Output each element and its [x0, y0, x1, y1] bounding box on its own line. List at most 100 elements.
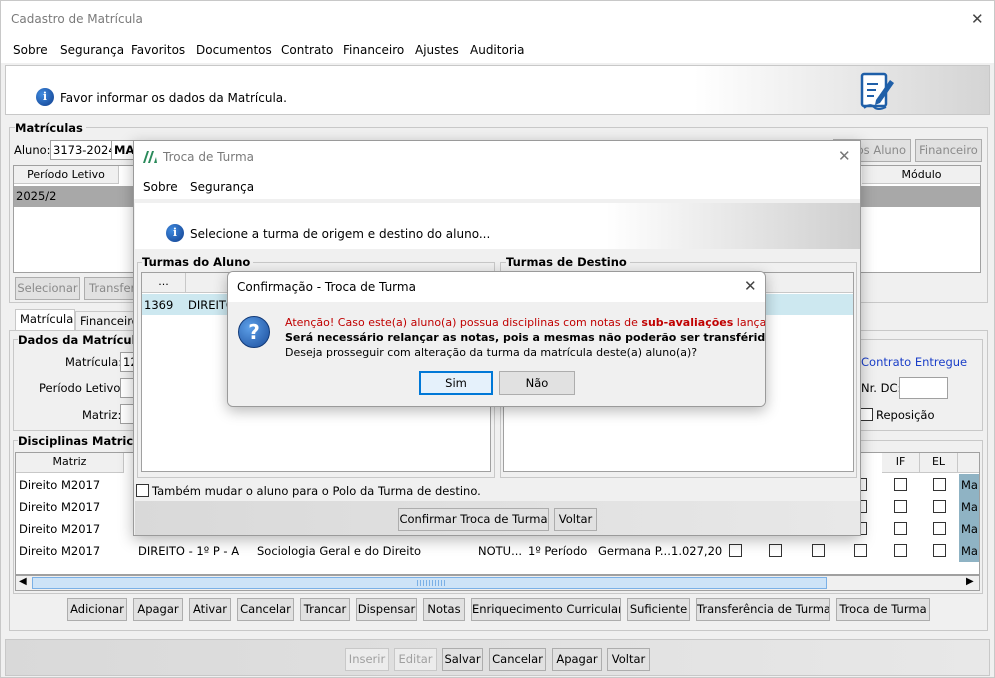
nr-dc-label: Nr. DC: [861, 381, 902, 395]
el-checkbox[interactable] [933, 478, 946, 491]
apagar-button[interactable]: Apagar [133, 598, 183, 621]
row-ma: Ma [959, 496, 979, 518]
matriz-label: Matriz: [82, 408, 122, 422]
troca-banner-text: Selecione a turma de origem e destino do… [190, 227, 491, 241]
reposicao-label: Reposição [876, 408, 935, 422]
row-turno: NOTU... [478, 544, 523, 558]
nao-button[interactable]: Não [499, 371, 575, 395]
nr-dc-input[interactable] [899, 377, 948, 399]
footer-cancelar-button[interactable]: Cancelar [489, 648, 546, 671]
salvar-button[interactable]: Salvar [442, 648, 483, 671]
if-checkbox[interactable] [894, 478, 907, 491]
row-valor: 1.027,20 [671, 544, 723, 558]
main-close-icon[interactable]: ✕ [971, 12, 984, 27]
editar-button[interactable]: Editar [394, 648, 437, 671]
troca-info-icon: i [166, 224, 184, 242]
col-matriz: Matriz [16, 453, 124, 473]
row-matriz: Direito M2017 [19, 544, 101, 558]
banner-text: Favor informar os dados da Matrícula. [60, 91, 287, 105]
col-extra [958, 453, 979, 473]
el-checkbox[interactable] [933, 522, 946, 535]
adicionar-button[interactable]: Adicionar [67, 598, 127, 621]
aluno-label: Aluno: [14, 143, 51, 157]
aluno-code-input[interactable]: 3173-2024 [50, 140, 112, 160]
row-checkbox[interactable] [769, 544, 782, 557]
menu-ajustes[interactable]: Ajustes [415, 43, 459, 57]
ativar-button[interactable]: Ativar [189, 598, 231, 621]
if-checkbox[interactable] [894, 522, 907, 535]
menu-documentos[interactable]: Documentos [196, 43, 272, 57]
financeiro-button[interactable]: Financeiro [915, 139, 982, 162]
scroll-right-icon[interactable]: ▶ [966, 576, 974, 587]
troca-menu-sobre[interactable]: Sobre [143, 180, 178, 194]
troca-titlebar: Troca de Turma ✕ [134, 141, 860, 173]
col-el: EL [920, 453, 958, 473]
transferir-button[interactable]: Transfer [84, 277, 134, 300]
enriquecimento-curricular-button[interactable]: Enriquecimento Curricular [471, 598, 621, 621]
polo-checkbox[interactable] [136, 484, 149, 497]
troca-menu-seguranca[interactable]: Segurança [190, 180, 254, 194]
confirm-line-2: Será necessário relançar as notas, pois … [285, 331, 766, 344]
app-logo-icon [143, 151, 157, 163]
info-icon: i [36, 88, 54, 106]
menu-financeiro[interactable]: Financeiro [343, 43, 404, 57]
notas-button[interactable]: Notas [423, 598, 465, 621]
dispensar-button[interactable]: Dispensar [356, 598, 417, 621]
row-code: 1369 [144, 298, 174, 312]
menu-contrato[interactable]: Contrato [281, 43, 333, 57]
row-professor: Germana P... [598, 544, 671, 558]
menu-seguranca[interactable]: Segurança [60, 43, 124, 57]
turmas-aluno-label: Turmas do Aluno [142, 255, 254, 269]
tab-financeiro[interactable]: Financeiro [75, 311, 137, 331]
if-checkbox[interactable] [894, 544, 907, 557]
reposicao-checkbox[interactable] [860, 408, 873, 421]
confirm-line-1-bold: sub-avaliações [641, 316, 734, 329]
menu-sobre[interactable]: Sobre [13, 43, 48, 57]
sim-button[interactable]: Sim [419, 371, 493, 395]
confirmacao-dialog: Confirmação - Troca de Turma ✕ ? Atenção… [227, 271, 766, 407]
row-disciplina: Sociologia Geral e do Direito [257, 544, 421, 558]
menu-auditoria[interactable]: Auditoria [470, 43, 524, 57]
row-ma: Ma [959, 518, 979, 540]
scroll-left-icon[interactable]: ◀ [19, 576, 27, 587]
confirmar-troca-button[interactable]: Confirmar Troca de Turma [398, 508, 549, 531]
contrato-entregue-link[interactable]: Contrato Entregue [861, 355, 967, 369]
trancar-button[interactable]: Trancar [300, 598, 350, 621]
if-checkbox[interactable] [894, 500, 907, 513]
cancelar-button[interactable]: Cancelar [237, 598, 294, 621]
troca-menubar: Sobre Segurança [134, 173, 860, 199]
footer-voltar-button[interactable]: Voltar [607, 648, 650, 671]
main-info-banner: i Favor informar os dados da Matrícula. [5, 65, 990, 115]
row-checkbox[interactable] [812, 544, 825, 557]
row-ma: Ma [959, 540, 979, 562]
footer-apagar-button[interactable]: Apagar [552, 648, 602, 671]
row-matriz: Direito M2017 [19, 478, 101, 492]
troca-voltar-button[interactable]: Voltar [554, 508, 597, 531]
confirm-body: ? Atenção! Caso este(a) aluno(a) possua … [228, 302, 765, 406]
transferencia-turma-button[interactable]: Transferência de Turma [696, 598, 830, 621]
troca-turma-button[interactable]: Troca de Turma [836, 598, 930, 621]
troca-close-icon[interactable]: ✕ [838, 149, 851, 164]
scroll-thumb[interactable] [32, 577, 827, 589]
el-checkbox[interactable] [933, 544, 946, 557]
table-row[interactable]: Direito M2017 DIREITO - 1º P - A Sociolo… [16, 540, 979, 562]
suficiente-button[interactable]: Suficiente [627, 598, 690, 621]
inserir-button[interactable]: Inserir [345, 648, 389, 671]
el-checkbox[interactable] [933, 500, 946, 513]
confirm-titlebar: Confirmação - Troca de Turma ✕ [228, 272, 765, 302]
menu-favoritos[interactable]: Favoritos [131, 43, 185, 57]
matriculas-label: Matrículas [15, 121, 86, 135]
main-titlebar: Cadastro de Matrícula ✕ [1, 1, 994, 37]
row-periodo: 1º Período [528, 544, 588, 558]
row-checkbox[interactable] [854, 544, 867, 557]
confirm-title: Confirmação - Troca de Turma [237, 280, 416, 294]
row-matriz: Direito M2017 [19, 500, 101, 514]
confirm-line-1-post: lançadas: [736, 316, 766, 329]
selecionar-button[interactable]: Selecionar [15, 277, 80, 300]
thumb-grip [417, 580, 447, 586]
row-checkbox[interactable] [729, 544, 742, 557]
question-icon: ? [238, 316, 270, 348]
confirm-close-icon[interactable]: ✕ [744, 279, 757, 294]
tab-matricula[interactable]: Matrícula [15, 309, 75, 331]
horizontal-scrollbar[interactable]: ◀ ▶ [15, 575, 980, 591]
